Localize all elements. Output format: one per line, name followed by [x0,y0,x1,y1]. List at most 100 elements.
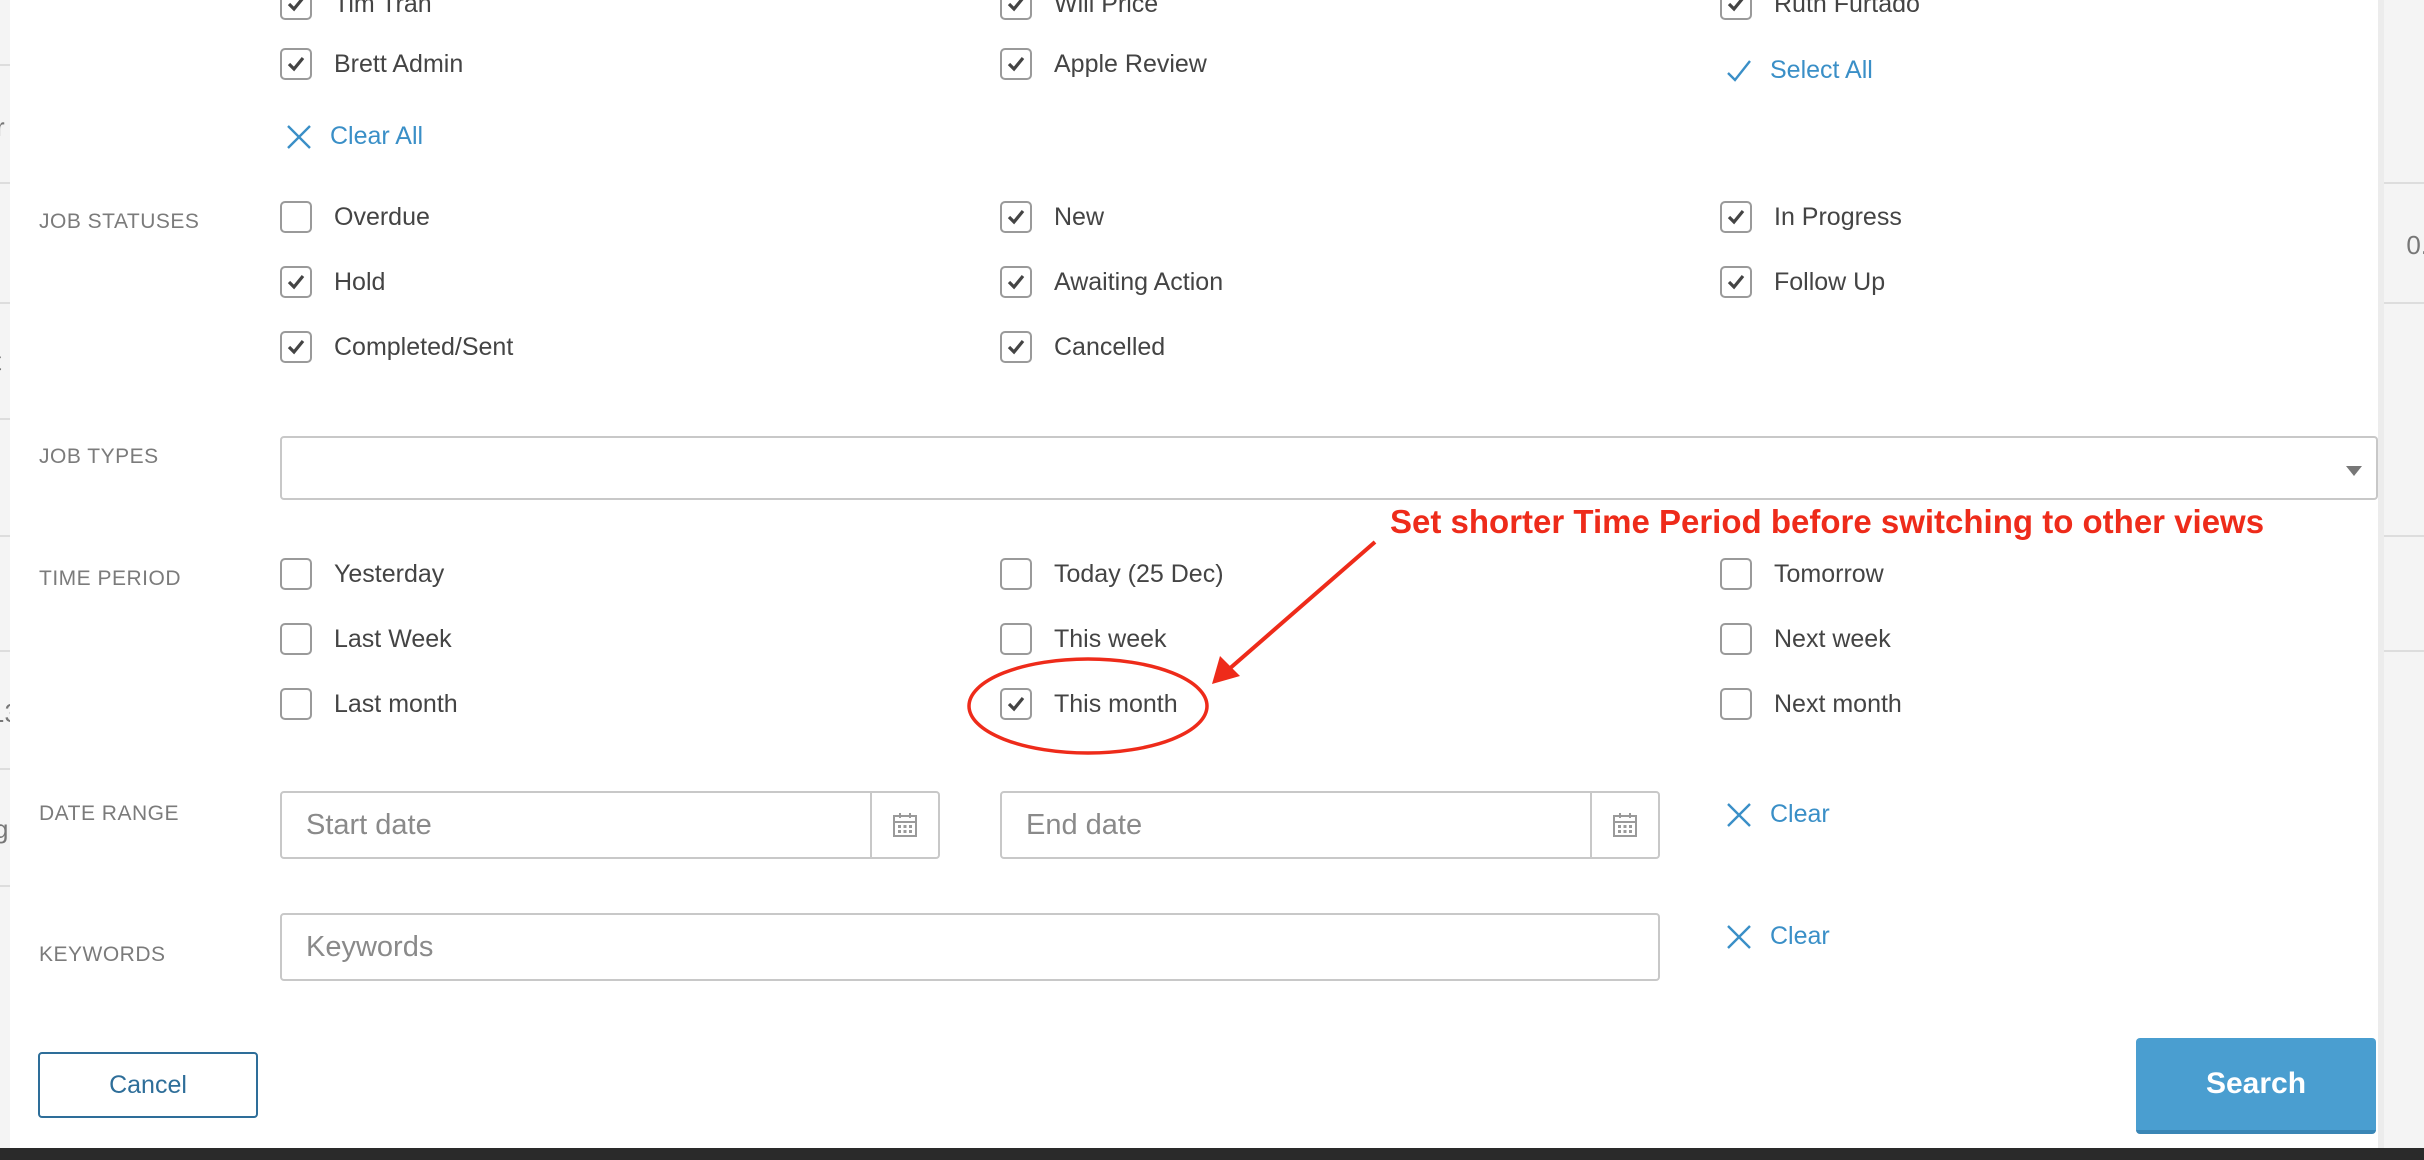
close-icon [1726,802,1752,828]
background-text-fragment: g [0,814,9,844]
close-icon [1726,924,1752,950]
clear-all-link[interactable]: Clear All [286,122,423,151]
clear-all-label: Clear All [330,122,424,150]
time-period-checkbox[interactable]: This month [1000,688,1178,720]
checkbox-box[interactable] [1000,623,1032,655]
assignee-checkbox[interactable]: Brett Admin [280,48,463,80]
time-period-checkbox[interactable]: Next month [1720,688,1902,720]
checkbox-label: This month [1054,689,1178,718]
background-text-fragment: r [0,112,5,142]
checkbox-box[interactable] [1720,266,1752,298]
job-statuses-label: JOB STATUSES [39,210,200,233]
close-icon [286,124,312,150]
time-period-checkbox[interactable]: Yesterday [280,558,444,590]
annotation-text: Set shorter Time Period before switching… [1390,503,2265,540]
calendar-icon[interactable] [1590,793,1658,857]
checkbox-label: Next week [1774,624,1891,653]
calendar-icon[interactable] [870,793,938,857]
checkbox-box[interactable] [280,266,312,298]
select-all-link[interactable]: Select All [1726,56,1873,85]
checkbox-label: Follow Up [1774,267,1886,296]
time-period-checkbox[interactable]: Today (25 Dec) [1000,558,1224,590]
checkbox-box[interactable] [1000,48,1032,80]
checkbox-label: New [1054,202,1105,231]
job-status-checkbox[interactable]: Cancelled [1000,331,1165,363]
select-all-label: Select All [1770,56,1873,84]
job-status-checkbox[interactable]: Overdue [280,201,430,233]
background-text-fragment: t [0,346,1,377]
clear-keywords-link[interactable]: Clear [1726,922,1830,951]
clear-label: Clear [1770,922,1830,950]
checkbox-label: Hold [334,267,386,296]
checkbox-box[interactable] [280,623,312,655]
checkbox-box[interactable] [1000,688,1032,720]
checkbox-box[interactable] [280,201,312,233]
search-button[interactable]: Search [2136,1038,2376,1134]
job-types-select[interactable] [280,436,2378,500]
checkbox-label: Last month [334,689,458,718]
checkbox-box[interactable] [1000,331,1032,363]
job-types-label: JOB TYPES [39,445,159,468]
keywords-input[interactable] [282,915,1658,979]
checkbox-box[interactable] [1000,201,1032,233]
checkbox-box[interactable] [280,48,312,80]
time-period-checkbox[interactable]: Tomorrow [1720,558,1884,590]
checkbox-box[interactable] [1720,558,1752,590]
checkbox-box[interactable] [1000,558,1032,590]
assignee-checkbox[interactable]: Will Price [1000,0,1158,20]
time-period-label: TIME PERIOD [39,567,182,590]
date-range-label: DATE RANGE [39,802,179,825]
checkbox-box[interactable] [280,0,312,20]
checkbox-box[interactable] [280,558,312,590]
assignee-checkbox[interactable]: Ruth Furtado [1720,0,1920,20]
end-date-input[interactable] [1002,793,1596,857]
job-status-checkbox[interactable]: Awaiting Action [1000,266,1223,298]
job-status-checkbox[interactable]: Completed/Sent [280,331,513,363]
keywords-field[interactable] [280,913,1660,981]
assignee-checkbox[interactable]: Apple Review [1000,48,1207,80]
checkbox-box[interactable] [1720,0,1752,20]
checkbox-label: Brett Admin [334,49,464,78]
end-date-field[interactable] [1000,791,1660,859]
checkbox-label: Last Week [334,624,452,653]
checkbox-label: Next month [1774,689,1902,718]
checkbox-box[interactable] [1720,201,1752,233]
background-divider [2384,302,2424,304]
checkbox-label: Cancelled [1054,332,1166,361]
checkbox-label: Today (25 Dec) [1054,559,1224,588]
assignee-checkbox[interactable]: Tim Tran [280,0,432,20]
time-period-checkbox[interactable]: Next week [1720,623,1891,655]
checkbox-label: Tim Tran [334,0,432,18]
time-period-checkbox[interactable]: Last month [280,688,458,720]
checkbox-label: Yesterday [334,559,445,588]
chevron-down-icon[interactable] [2346,466,2362,476]
cancel-button[interactable]: Cancel [38,1052,258,1118]
job-status-checkbox[interactable]: In Progress [1720,201,1902,233]
start-date-input[interactable] [282,793,876,857]
checkbox-box[interactable] [280,688,312,720]
job-status-checkbox[interactable]: Hold [280,266,385,298]
job-status-checkbox[interactable]: New [1000,201,1104,233]
checkbox-label: Apple Review [1054,49,1207,78]
search-filter-modal: Tim Tran Will Price Ruth Furtado Brett A… [10,0,2378,1148]
checkmark-icon [1726,59,1752,83]
checkbox-box[interactable] [1000,0,1032,20]
checkbox-label: Awaiting Action [1054,267,1224,296]
time-period-checkbox[interactable]: This week [1000,623,1167,655]
background-divider [2384,182,2424,184]
start-date-field[interactable] [280,791,940,859]
checkbox-box[interactable] [1000,266,1032,298]
job-status-checkbox[interactable]: Follow Up [1720,266,1885,298]
checkbox-box[interactable] [1720,623,1752,655]
checkbox-label: Overdue [334,202,430,231]
checkbox-label: Tomorrow [1774,559,1884,588]
time-period-checkbox[interactable]: Last Week [280,623,452,655]
background-text-fragment: 0. [2406,230,2424,260]
background-divider [2384,650,2424,652]
checkbox-label: Ruth Furtado [1774,0,1920,18]
checkbox-box[interactable] [1720,688,1752,720]
checkbox-box[interactable] [280,331,312,363]
clear-date-range-link[interactable]: Clear [1726,800,1830,829]
bottom-bar [0,1148,2424,1160]
keywords-label: KEYWORDS [39,943,166,966]
